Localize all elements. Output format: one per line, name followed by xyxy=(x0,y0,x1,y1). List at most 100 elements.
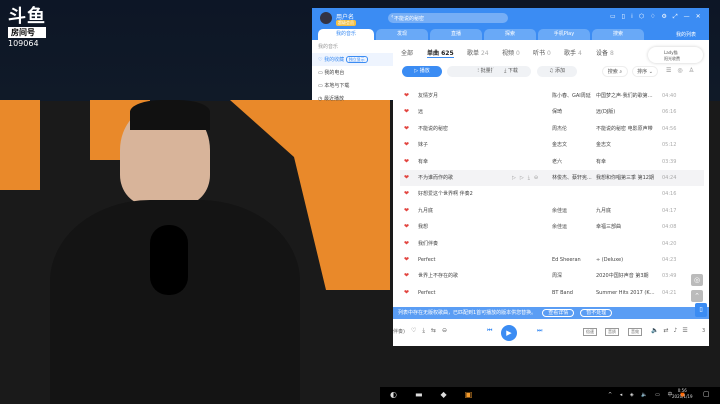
sidebar-item-radio[interactable]: ▭ 我的电台 xyxy=(312,66,393,79)
song-row[interactable]: ❤ Perfect Ed Sheeran ÷ (Deluxe) 04:23 xyxy=(400,252,704,268)
heart-icon[interactable]: ❤ xyxy=(404,236,409,252)
view-icons[interactable]: ☰◎♙ xyxy=(666,67,700,74)
song-row[interactable]: ❤ 远 保琦 远(DJ版) 06:16 xyxy=(400,104,704,120)
song-row[interactable]: ❤ 有幸 老六 有幸 03:39 xyxy=(400,154,704,170)
locate-button[interactable]: ◎ xyxy=(691,274,703,286)
song-title[interactable]: 友情岁月 xyxy=(418,88,438,104)
song-row[interactable]: ❤ 妹子 金志文 金志文 05:12 xyxy=(400,137,704,153)
heart-icon[interactable]: ❤ xyxy=(404,285,409,301)
content-tab-videos[interactable]: 视频 0 xyxy=(502,48,520,57)
tab-search[interactable]: 搜索 xyxy=(592,29,644,40)
song-title[interactable]: 不能说的秘密 xyxy=(418,121,448,137)
phone-icon[interactable]: ▯ xyxy=(695,303,707,317)
song-row[interactable]: ❤ Perfect BT Band Summer Hits 2017 (Karao..… xyxy=(400,285,704,301)
my-playlist-button[interactable]: 我的列表 xyxy=(676,31,696,38)
heart-icon[interactable]: ❤ xyxy=(404,170,409,186)
download-button[interactable]: ⤓ 下载 xyxy=(492,66,530,77)
song-title[interactable]: 不为谁而作的歌 xyxy=(418,170,453,186)
taskbar-apps[interactable]: ◐▬◆▣ xyxy=(390,390,490,399)
heart-icon[interactable]: ❤ xyxy=(404,219,409,235)
song-row[interactable]: ❤ 好想爱这个世界啊 伴奏2 04:16 xyxy=(400,186,704,202)
song-row[interactable]: ❤ 世界上不存在的歌 周深 2020中国好声音 第3期 03:49 xyxy=(400,268,704,284)
song-title[interactable]: 远 xyxy=(418,104,423,120)
play-pause-button[interactable]: ▶ xyxy=(501,325,517,341)
row-actions[interactable]: ▷▷⤓⊖ xyxy=(512,170,542,186)
song-title[interactable]: 我想 xyxy=(418,219,428,235)
tab-live[interactable]: 直播 xyxy=(430,29,482,40)
speed-button[interactable]: 倍速 xyxy=(583,328,597,336)
tab-mobile-play[interactable]: 手机Play xyxy=(538,29,590,40)
content-tab-all[interactable]: 全部 xyxy=(401,48,413,57)
scroll-top-button[interactable]: ⌃ xyxy=(691,290,703,302)
search-songs-button[interactable]: 搜索 ⌕ xyxy=(602,66,628,77)
song-row[interactable]: ❤ 九月底 余佳运 九月底 04:17 xyxy=(400,203,704,219)
song-title[interactable]: 世界上不存在的歌 xyxy=(418,268,458,284)
song-row[interactable]: ❤ 我想 余佳运 幸福三部曲 04:08 xyxy=(400,219,704,235)
song-album[interactable]: 中国梦之声·我们的歌第二季... xyxy=(596,88,656,104)
song-artist[interactable]: 林俊杰、蔡轩宪... xyxy=(552,170,592,186)
player-actions[interactable]: ♡⤓⇆⊖ xyxy=(411,327,453,335)
ignore-button[interactable]: 暂不处理 xyxy=(580,309,613,317)
song-album[interactable]: ÷ (Deluxe) xyxy=(596,252,656,268)
song-album[interactable]: 不能说的秘密 电影原声带 xyxy=(596,121,656,137)
song-artist[interactable]: Ed Sheeran xyxy=(552,252,581,268)
song-title[interactable]: Perfect xyxy=(418,252,436,268)
song-album[interactable]: 金志文 xyxy=(596,137,656,153)
song-artist[interactable]: 周深 xyxy=(552,268,562,284)
avatar[interactable] xyxy=(320,12,332,24)
sidebar-item-recent[interactable]: ◷ 最近播放 xyxy=(312,92,393,105)
song-artist[interactable]: 陈小春、GAI周延 xyxy=(552,88,591,104)
song-artist[interactable]: BT Band xyxy=(552,285,573,301)
song-row[interactable]: ❤ 不为谁而作的歌 林俊杰、蔡轩宪... 我想和你唱第三季 第12期 04:24 ▷▷⤓⊖ xyxy=(400,170,704,186)
tab-discover[interactable]: 发现 xyxy=(376,29,428,40)
heart-icon[interactable]: ❤ xyxy=(404,154,409,170)
song-title[interactable]: 好想爱这个世界啊 伴奏2 xyxy=(418,186,473,202)
song-artist[interactable]: 余佳运 xyxy=(552,203,567,219)
prev-icon[interactable]: ⏮ xyxy=(487,327,492,335)
notification-icon[interactable]: ▢ xyxy=(703,390,710,398)
view-details-button[interactable]: 查看详情 xyxy=(542,309,575,317)
song-album[interactable]: 我想和你唱第三季 第12期 xyxy=(596,170,656,186)
heart-icon[interactable]: ❤ xyxy=(404,121,409,137)
content-tab-devices[interactable]: 设备 8 xyxy=(596,48,614,57)
song-title[interactable]: 九月底 xyxy=(418,203,433,219)
play-all-button[interactable]: ▷ 播放 xyxy=(402,66,442,77)
song-artist[interactable]: 周杰伦 xyxy=(552,121,567,137)
song-artist[interactable]: 余佳运 xyxy=(552,219,567,235)
song-title[interactable]: 有幸 xyxy=(418,154,428,170)
heart-icon[interactable]: ❤ xyxy=(404,88,409,104)
song-album[interactable]: 九月底 xyxy=(596,203,656,219)
search-input[interactable]: 不能说的秘密 xyxy=(388,13,508,23)
song-artist[interactable]: 老六 xyxy=(552,154,562,170)
song-album[interactable]: 远(DJ版) xyxy=(596,104,656,120)
song-title[interactable]: 妹子 xyxy=(418,137,428,153)
quality-button[interactable]: 音质 xyxy=(605,328,619,336)
song-row[interactable]: ❤ 不能说的秘密 周杰伦 不能说的秘密 电影原声带 04:56 xyxy=(400,121,704,137)
song-album[interactable]: Summer Hits 2017 (Karao... xyxy=(596,285,656,301)
window-controls[interactable]: ▭▯⁞⬡♢⚙⤢—✕ xyxy=(610,13,707,21)
song-row[interactable]: ❤ 友情岁月 陈小春、GAI周延 中国梦之声·我们的歌第二季... 04:40 xyxy=(400,88,704,104)
friend-card[interactable]: Lady猫 阳光收费 xyxy=(648,47,703,63)
heart-icon[interactable]: ❤ xyxy=(404,268,409,284)
content-tab-playlists[interactable]: 歌单 24 xyxy=(467,48,489,57)
add-button[interactable]: ♫ 添加 xyxy=(537,66,577,77)
content-tab-artists[interactable]: 歌手 4 xyxy=(564,48,582,57)
song-album[interactable]: 幸福三部曲 xyxy=(596,219,656,235)
song-title[interactable]: Perfect xyxy=(418,285,436,301)
content-tab-books[interactable]: 听书 0 xyxy=(533,48,551,57)
song-album[interactable]: 2020中国好声音 第3期 xyxy=(596,268,656,284)
content-tab-songs[interactable]: 单曲 625 xyxy=(427,48,454,58)
song-artist[interactable]: 保琦 xyxy=(552,104,562,120)
tab-explore[interactable]: 探索 xyxy=(484,29,536,40)
song-row[interactable]: ❤ 我们伴奏 04:20 xyxy=(400,236,704,252)
song-artist[interactable]: 金志文 xyxy=(552,137,567,153)
song-album[interactable]: 有幸 xyxy=(596,154,656,170)
next-icon[interactable]: ⏭ xyxy=(537,327,542,335)
heart-icon[interactable]: ❤ xyxy=(404,252,409,268)
song-title[interactable]: 我们伴奏 xyxy=(418,236,438,252)
sort-button[interactable]: 排序 ⌄ xyxy=(632,66,658,77)
heart-icon[interactable]: ❤ xyxy=(404,137,409,153)
tab-my-music[interactable]: 我的音乐 xyxy=(318,29,374,40)
sidebar-item-favorites[interactable]: ♡ 我的收藏 独立显示 xyxy=(312,53,393,66)
playlist-count[interactable]: 3 xyxy=(702,328,705,334)
